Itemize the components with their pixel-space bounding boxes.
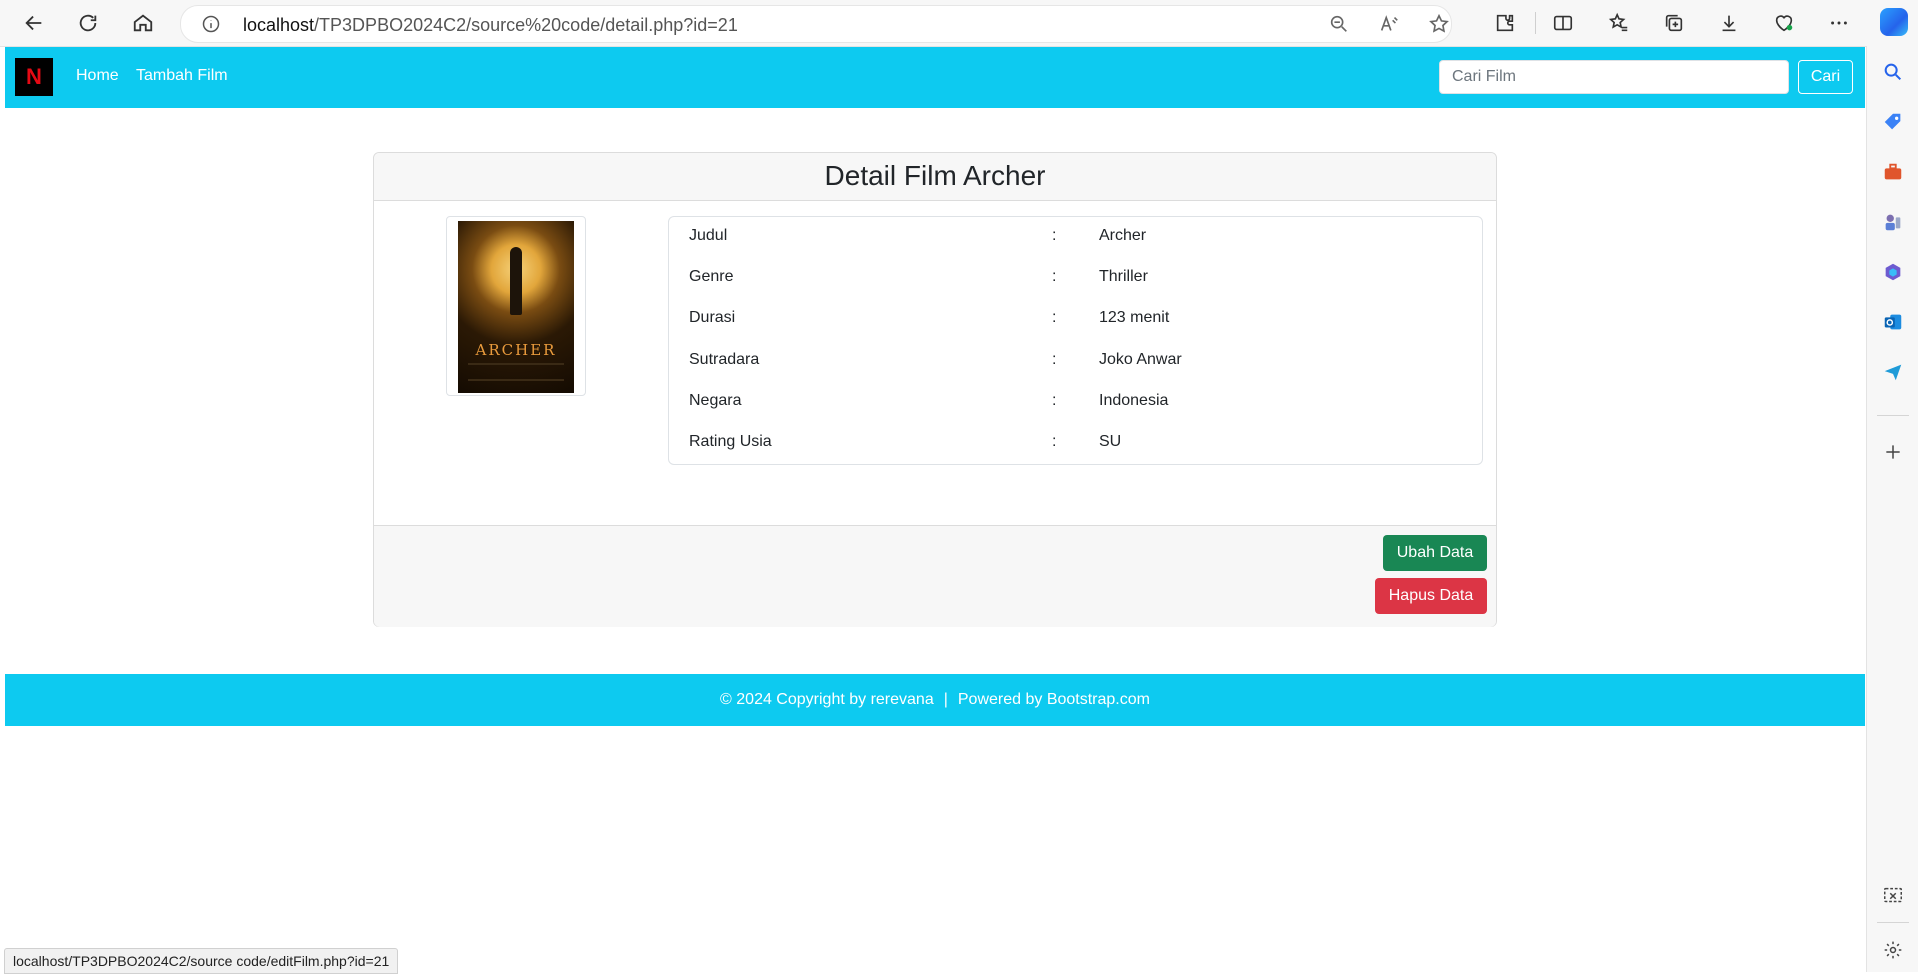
status-bar-link-preview: localhost/TP3DPBO2024C2/source code/edit… — [4, 948, 399, 974]
edit-data-button[interactable]: Ubah Data — [1383, 535, 1487, 571]
poster-credits — [468, 363, 564, 381]
games-icon[interactable] — [1880, 209, 1906, 235]
film-detail-card: Detail Film Archer ARCHER Judul : Archer… — [373, 152, 1497, 627]
page-footer: © 2024 Copyright by rerevana | Powered b… — [5, 674, 1865, 726]
nav-home-link[interactable]: Home — [76, 67, 119, 85]
brand-letter: N — [26, 64, 42, 89]
row-separator: : — [1052, 268, 1057, 285]
more-options-icon[interactable] — [1823, 7, 1855, 39]
url-path: /TP3DPBO2024C2/source%20code/detail.php?… — [314, 15, 738, 35]
table-row: Durasi : 123 menit — [669, 299, 1482, 340]
row-label: Durasi — [689, 309, 736, 326]
sidebar-divider-bottom — [1877, 922, 1909, 923]
read-aloud-icon[interactable] — [1378, 13, 1400, 35]
card-header: Detail Film Archer — [374, 153, 1496, 201]
collections-icon[interactable] — [1658, 7, 1690, 39]
favorites-icon[interactable] — [1603, 7, 1635, 39]
card-footer: Ubah Data Hapus Data — [374, 525, 1496, 627]
screenshot-icon[interactable] — [1880, 883, 1906, 909]
url-text[interactable]: localhost/TP3DPBO2024C2/source%20code/de… — [243, 15, 738, 36]
row-value: 123 menit — [1099, 309, 1170, 326]
page-title: Detail Film Archer — [824, 160, 1046, 191]
address-bar[interactable]: localhost/TP3DPBO2024C2/source%20code/de… — [180, 5, 1452, 43]
search-icon[interactable] — [1880, 59, 1906, 85]
favorite-star-icon[interactable] — [1428, 13, 1450, 35]
tools-briefcase-icon[interactable] — [1880, 159, 1906, 185]
row-value: SU — [1099, 433, 1122, 450]
row-separator: : — [1052, 351, 1057, 368]
sidebar-divider — [1877, 415, 1909, 416]
back-icon[interactable] — [18, 7, 50, 39]
edge-sidebar — [1866, 46, 1918, 972]
poster-thumbnail: ARCHER — [446, 216, 586, 396]
send-icon[interactable] — [1880, 359, 1906, 385]
refresh-icon[interactable] — [72, 7, 104, 39]
row-label: Rating Usia — [689, 433, 772, 450]
toolbar-divider — [1535, 12, 1536, 34]
zoom-out-icon[interactable] — [1328, 13, 1350, 35]
split-screen-icon[interactable] — [1547, 7, 1579, 39]
row-separator: : — [1052, 392, 1057, 409]
row-separator: : — [1052, 309, 1057, 326]
brand-logo[interactable]: N — [15, 58, 53, 96]
detail-table: Judul : Archer Genre : Thriller Durasi :… — [668, 216, 1483, 465]
outlook-icon[interactable] — [1880, 309, 1906, 335]
footer-powered-by: Powered by Bootstrap.com — [957, 691, 1150, 708]
nav-add-film-link[interactable]: Tambah Film — [136, 67, 228, 85]
row-label: Negara — [689, 392, 742, 409]
footer-separator: | — [943, 691, 948, 708]
poster-figure — [510, 247, 522, 315]
url-host: localhost — [243, 15, 315, 35]
delete-data-button[interactable]: Hapus Data — [1375, 578, 1487, 614]
shopping-tag-icon[interactable] — [1880, 109, 1906, 135]
microsoft-365-icon[interactable] — [1880, 259, 1906, 285]
browser-toolbar: localhost/TP3DPBO2024C2/source%20code/de… — [0, 0, 1918, 47]
table-row: Judul : Archer — [669, 217, 1482, 258]
poster-title-text: ARCHER — [475, 341, 557, 359]
page-viewport: N Home Tambah Film Cari Detail Film Arch… — [5, 47, 1865, 972]
downloads-icon[interactable] — [1713, 7, 1745, 39]
browser-essentials-icon[interactable] — [1768, 7, 1800, 39]
copilot-icon[interactable] — [1880, 8, 1908, 36]
row-label: Judul — [689, 227, 728, 244]
row-value: Indonesia — [1099, 392, 1169, 409]
table-row: Genre : Thriller — [669, 258, 1482, 299]
row-value: Thriller — [1099, 268, 1148, 285]
row-label: Sutradara — [689, 351, 760, 368]
home-icon[interactable] — [127, 7, 159, 39]
row-separator: : — [1052, 227, 1057, 244]
add-icon[interactable] — [1880, 439, 1906, 465]
table-row: Sutradara : Joko Anwar — [669, 341, 1482, 382]
site-info-icon[interactable] — [201, 14, 221, 34]
row-value: Archer — [1099, 227, 1147, 244]
table-row: Rating Usia : SU — [669, 423, 1482, 464]
search-button[interactable]: Cari — [1798, 60, 1853, 94]
table-row: Negara : Indonesia — [669, 382, 1482, 423]
search-input[interactable] — [1439, 60, 1789, 94]
poster-image: ARCHER — [458, 221, 574, 393]
row-label: Genre — [689, 268, 734, 285]
settings-gear-icon[interactable] — [1880, 937, 1906, 963]
row-value: Joko Anwar — [1099, 351, 1182, 368]
footer-copyright: © 2024 Copyright by rerevana — [720, 691, 934, 708]
row-separator: : — [1052, 433, 1057, 450]
extensions-icon[interactable] — [1489, 7, 1521, 39]
navbar: N Home Tambah Film Cari — [5, 47, 1865, 108]
